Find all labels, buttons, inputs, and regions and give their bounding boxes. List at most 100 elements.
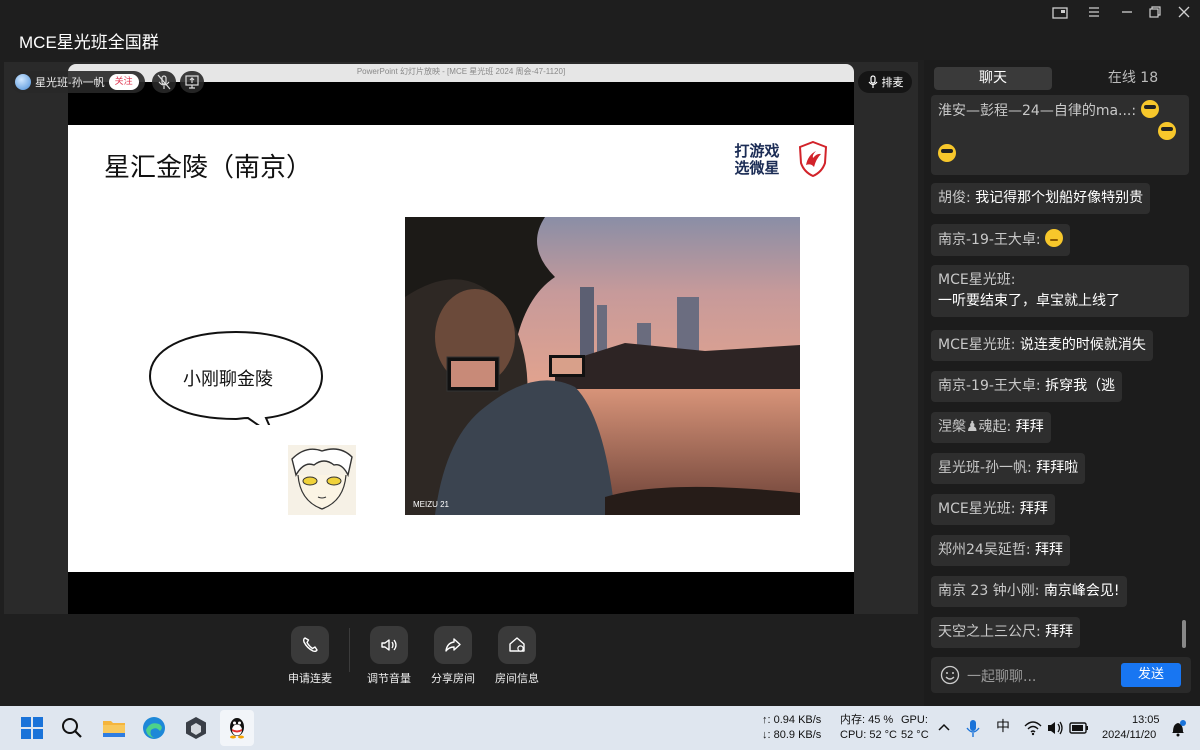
screen-share-icon[interactable]: [180, 71, 204, 93]
anime-character-image: [288, 445, 356, 515]
message-text: 拆穿我（逃: [1045, 378, 1116, 394]
slide: 星汇金陵（南京） 打游戏 选微星 小刚聊金陵 MEIZU 21: [68, 125, 854, 572]
title-bar: MCE星光班全国群: [0, 0, 1200, 60]
phone-icon: [291, 626, 329, 664]
qq-penguin-icon: [230, 718, 244, 739]
letterbox-bottom: [68, 572, 854, 615]
chat-message: MCE星光班: 拜拜: [931, 494, 1055, 525]
message-text: 拜拜: [1019, 501, 1048, 517]
message-nick: MCE星光班:: [938, 272, 1016, 288]
message-nick: 南京-19-王大卓:: [938, 378, 1041, 394]
windows-start-icon[interactable]: [18, 714, 46, 742]
share-room-label: 分享房间: [431, 672, 475, 685]
file-explorer-icon[interactable]: [100, 714, 128, 742]
chat-message: 天空之上三公尺: 拜拜: [931, 617, 1081, 648]
memory-usage: 内存: 45 %: [840, 714, 894, 726]
apply-mic-label: 申请连麦: [288, 672, 332, 685]
room-info-label: 房间信息: [495, 672, 539, 685]
wink-emoji-icon: [1045, 229, 1064, 247]
screenshot-icon[interactable]: [1051, 6, 1069, 22]
clock-date[interactable]: 2024/11/20: [1102, 728, 1156, 743]
battery-icon[interactable]: [1068, 714, 1090, 742]
close-icon[interactable]: [1175, 6, 1193, 22]
message-text: 拜拜: [1034, 542, 1063, 558]
message-nick: 淮安—彭程—24—自律的ma...:: [938, 103, 1137, 119]
edge-browser-icon[interactable]: [140, 714, 168, 742]
restore-icon[interactable]: [1146, 6, 1164, 22]
tab-online[interactable]: 在线 18: [1074, 67, 1192, 90]
mic-muted-icon[interactable]: [152, 71, 176, 93]
bubble-text: 小刚聊金陵: [183, 369, 273, 390]
chat-message: 南京 23 钟小刚: 南京峰会见!: [931, 576, 1127, 607]
chat-message: 星光班-孙一帆: 拜拜啦: [931, 453, 1086, 484]
presenter-chip[interactable]: 星光班-孙一帆 关注: [11, 71, 145, 93]
gpu-label: GPU:: [901, 714, 928, 726]
chat-message: 淮安—彭程—24—自律的ma...:: [931, 95, 1189, 175]
follow-button[interactable]: 关注: [108, 74, 139, 90]
wifi-icon[interactable]: [1023, 714, 1043, 742]
message-nick: MCE星光班:: [938, 337, 1016, 353]
send-button[interactable]: 发送: [1121, 663, 1181, 687]
message-nick: 天空之上三公尺:: [938, 624, 1041, 640]
message-nick: 涅槃♟魂起:: [938, 419, 1012, 435]
share-room-button[interactable]: 分享房间: [418, 626, 488, 686]
volume-button[interactable]: 调节音量: [354, 626, 424, 686]
chat-input-box[interactable]: 一起聊聊... 发送: [931, 657, 1191, 693]
volume-icon[interactable]: [1046, 714, 1066, 742]
message-nick: 南京-19-王大卓:: [938, 232, 1041, 248]
apply-mic-button[interactable]: 申请连麦: [275, 626, 345, 686]
message-nick: MCE星光班:: [938, 501, 1016, 517]
share-icon: [434, 626, 472, 664]
cpu-temp: CPU: 52 °C: [840, 729, 897, 741]
chat-message: 胡俊: 我记得那个划船好像特别贵: [931, 183, 1151, 214]
slide-title: 星汇金陵（南京）: [104, 153, 313, 183]
house-info-icon: [498, 626, 536, 664]
menu-icon[interactable]: [1085, 6, 1103, 22]
room-info-button[interactable]: 房间信息: [482, 626, 552, 686]
photo-caption: MEIZU 21: [413, 500, 450, 509]
msi-logo: 打游戏 选微星: [722, 141, 832, 181]
message-text: 拜拜: [1045, 624, 1074, 640]
chat-input[interactable]: 一起聊聊...: [967, 666, 1036, 686]
net-upload: ↑: 0.94 KB/s: [762, 714, 822, 726]
sunglasses-emoji-icon: [1158, 122, 1176, 140]
control-bar: 申请连麦 调节音量 分享房间 房间信息: [0, 614, 920, 706]
chat-message: 郑州24吴延哲: 拜拜: [931, 535, 1070, 566]
search-icon[interactable]: [58, 714, 86, 742]
logo-text-line2: 选微星: [734, 159, 780, 177]
notification-bell-icon[interactable]: [1168, 714, 1188, 742]
minimize-icon[interactable]: [1118, 6, 1136, 22]
queue-label: 排麦: [881, 76, 904, 89]
app-cube-icon[interactable]: [182, 714, 210, 742]
tab-chat[interactable]: 聊天: [934, 67, 1052, 90]
window-title: MCE星光班全国群: [19, 33, 159, 52]
message-nick: 南京 23 钟小刚:: [938, 583, 1040, 599]
sunglasses-emoji-icon: [938, 144, 956, 162]
ime-indicator[interactable]: 中: [996, 719, 1010, 734]
chat-message: 南京-19-王大卓: 拆穿我（逃: [931, 371, 1123, 402]
chevron-up-icon[interactable]: [935, 714, 953, 742]
message-text: 南京峰会见!: [1043, 583, 1120, 599]
chat-scrollbar[interactable]: [1182, 620, 1186, 648]
chat-panel: 聊天 在线 18 淮安—彭程—24—自律的ma...: 胡俊: 我记得那个划船好…: [924, 60, 1200, 706]
net-download: ↓: 80.9 KB/s: [762, 729, 822, 741]
control-divider: [349, 628, 350, 672]
message-text: 拜拜: [1015, 419, 1044, 435]
microphone-icon[interactable]: [963, 714, 983, 742]
message-text: 说连麦的时候就消失: [1019, 337, 1146, 353]
queue-button[interactable]: 排麦: [858, 71, 912, 93]
message-text: 拜拜啦: [1036, 460, 1079, 476]
volume-label: 调节音量: [367, 672, 411, 685]
gpu-temp: 52 °C: [901, 729, 929, 741]
message-text: 我记得那个划船好像特别贵: [975, 190, 1144, 206]
chat-message: MCE星光班: 说连麦的时候就消失: [931, 330, 1153, 361]
msi-shield-icon: [798, 141, 828, 177]
clock-time[interactable]: 13:05: [1132, 713, 1160, 728]
presenter-name: 星光班-孙一帆: [35, 77, 105, 89]
mic-icon: [868, 75, 877, 88]
qq-taskbar-active[interactable]: [220, 710, 254, 746]
emoji-picker-icon[interactable]: [940, 665, 960, 685]
chat-message: MCE星光班: 一听要结束了，卓宝就上线了: [931, 265, 1189, 317]
message-text: 一听要结束了，卓宝就上线了: [938, 293, 1120, 309]
message-nick: 胡俊:: [938, 190, 971, 206]
